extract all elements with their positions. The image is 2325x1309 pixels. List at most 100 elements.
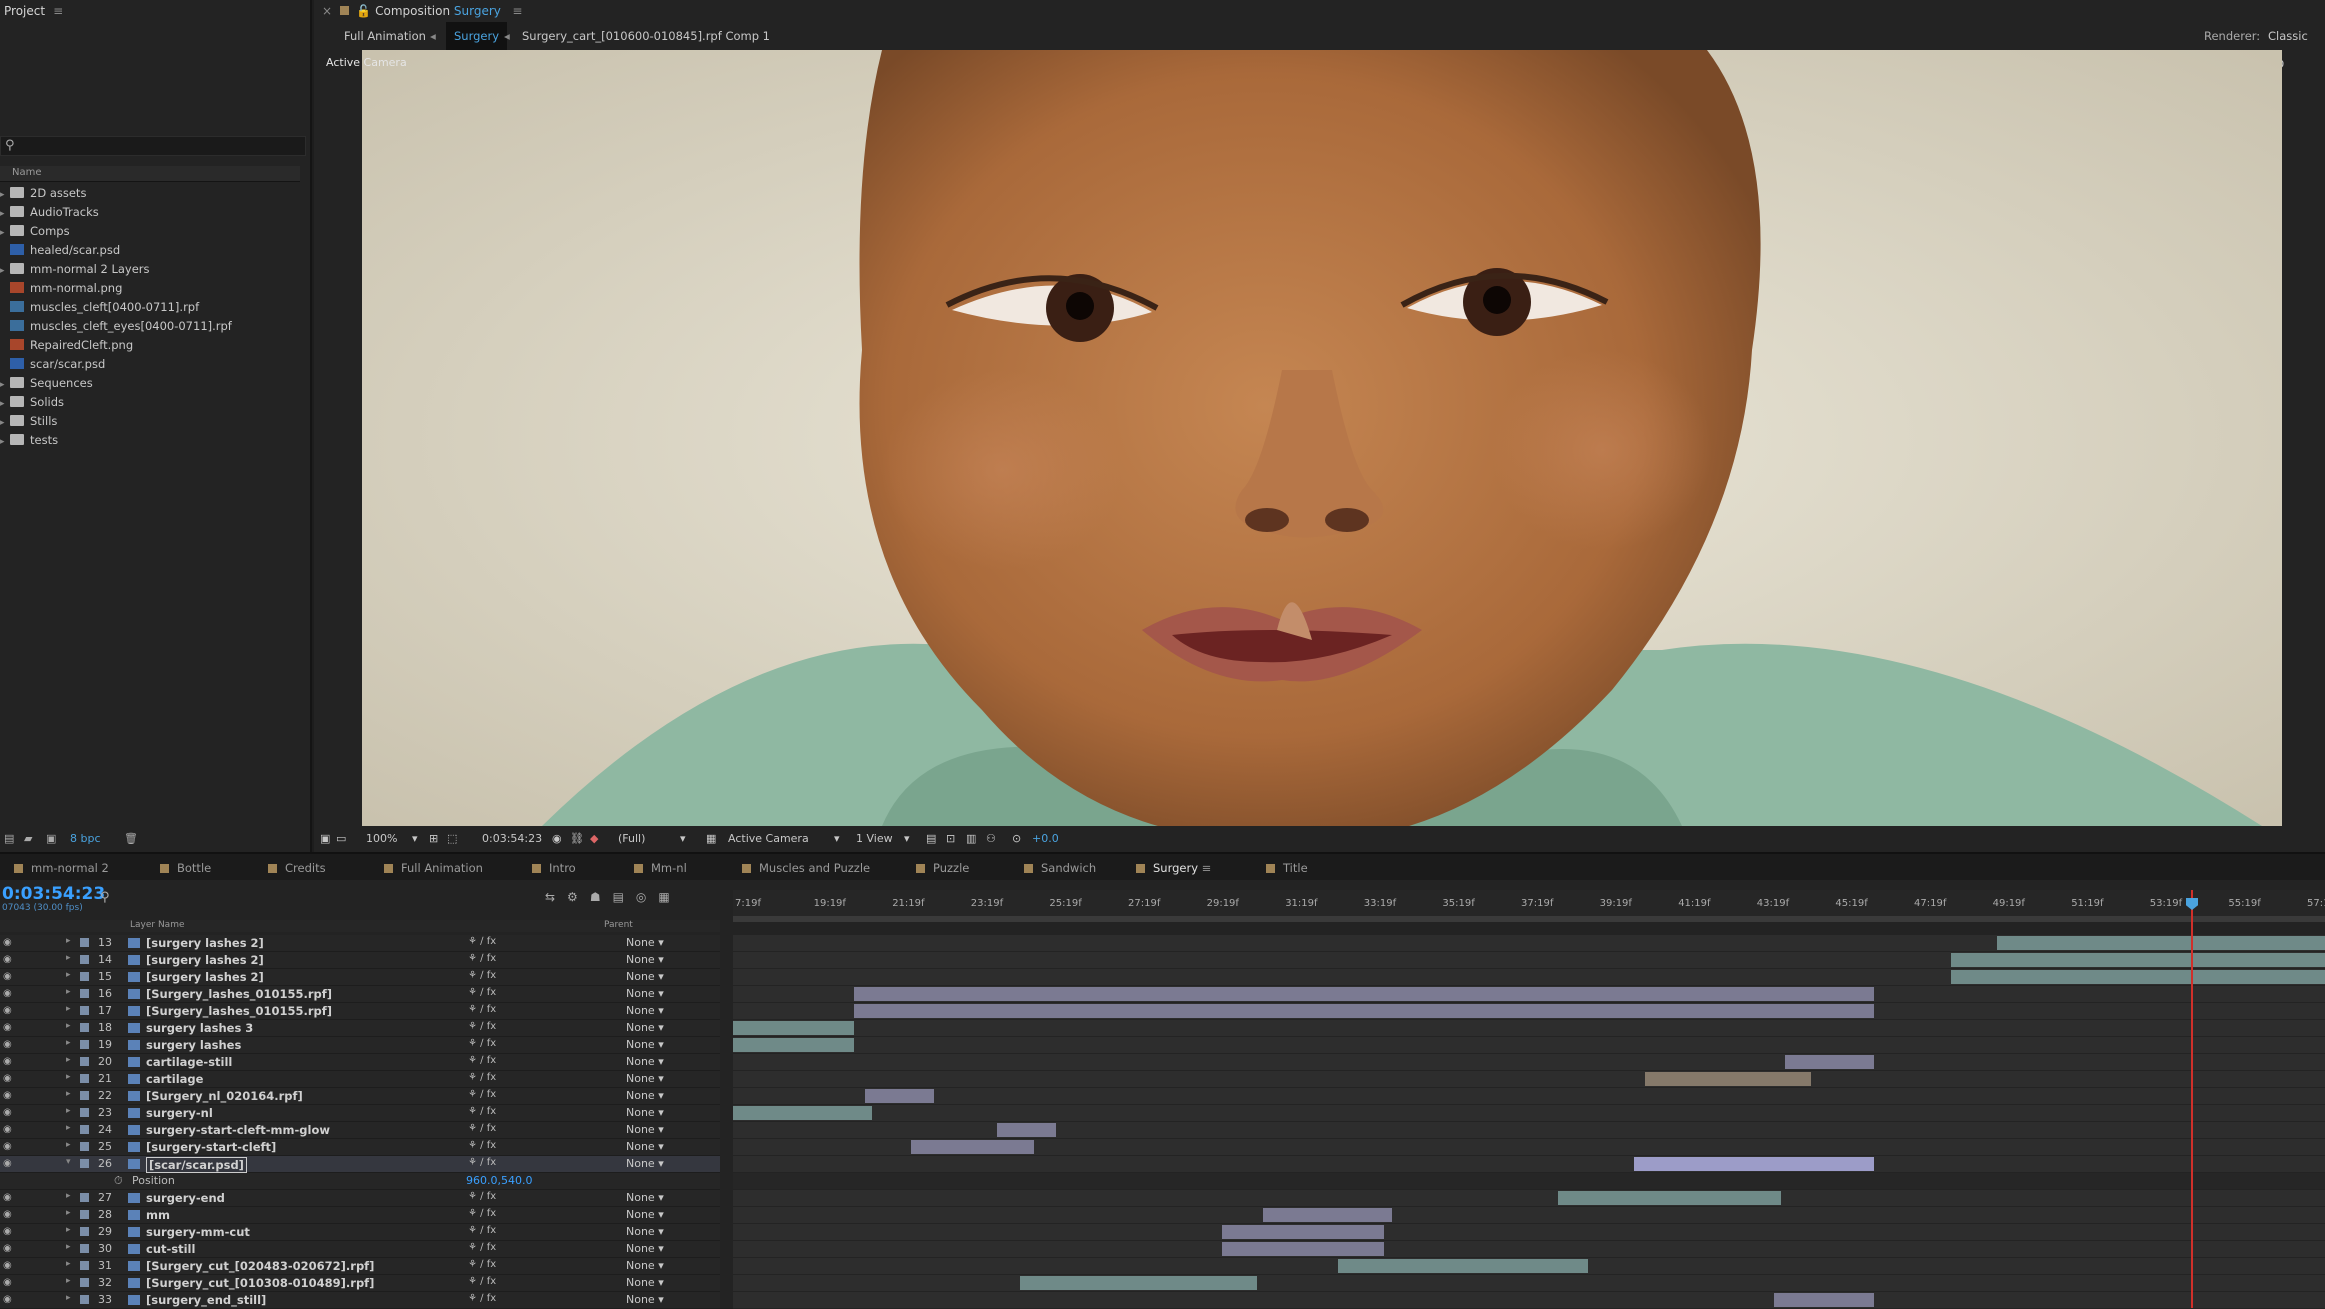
layer-name[interactable]: mm bbox=[146, 1208, 170, 1222]
eye-icon[interactable]: ◉ bbox=[3, 1209, 12, 1220]
layer-duration-bar[interactable] bbox=[1557, 1191, 1781, 1205]
camera-dropdown[interactable]: Active Camera bbox=[728, 832, 809, 845]
chevron-down-icon[interactable]: ▾ bbox=[680, 832, 686, 845]
layer-row[interactable]: ◉ ▸ 13 [surgery lashes 2] ⚘ ∕ fx None ▾ bbox=[0, 935, 2325, 952]
layer-name[interactable]: [Surgery_nl_020164.rpf] bbox=[146, 1089, 303, 1103]
layer-row[interactable]: ◉ ▸ 19 surgery lashes ⚘ ∕ fx None ▾ bbox=[0, 1037, 2325, 1054]
tab-credits[interactable]: Credits bbox=[268, 861, 326, 875]
parent-dropdown[interactable]: None ▾ bbox=[626, 1021, 664, 1034]
layer-name[interactable]: [surgery_end_still] bbox=[146, 1293, 266, 1307]
layer-name[interactable]: surgery lashes 3 bbox=[146, 1021, 253, 1035]
layer-row[interactable]: ◉ ▸ 15 [surgery lashes 2] ⚘ ∕ fx None ▾ bbox=[0, 969, 2325, 986]
layer-name[interactable]: cut-still bbox=[146, 1242, 195, 1256]
timeline-switches-toolbar[interactable]: ⇆⚙☗▤◎▦ bbox=[545, 890, 682, 904]
eye-icon[interactable]: ◉ bbox=[3, 1022, 12, 1033]
layer-name[interactable]: surgery lashes bbox=[146, 1038, 241, 1052]
flowchart-icon[interactable]: ⚇ bbox=[986, 832, 996, 845]
layer-name[interactable]: [Surgery_cut_[020483-020672].rpf] bbox=[146, 1259, 374, 1273]
eye-icon[interactable]: ◉ bbox=[3, 954, 12, 965]
twirl-icon[interactable]: ▸ bbox=[66, 970, 71, 980]
twirl-icon[interactable]: ▸ bbox=[66, 1259, 71, 1269]
eye-icon[interactable]: ◉ bbox=[3, 1277, 12, 1288]
work-area-bar[interactable] bbox=[733, 916, 2325, 922]
grid-icon[interactable]: ⊞ bbox=[429, 832, 438, 845]
parent-dropdown[interactable]: None ▾ bbox=[626, 1157, 664, 1170]
layer-row[interactable]: ◉ ▸ 22 [Surgery_nl_020164.rpf] ⚘ ∕ fx None ▾ bbox=[0, 1088, 2325, 1105]
parent-dropdown[interactable]: None ▾ bbox=[626, 987, 664, 1000]
layer-switches[interactable]: ⚘ ∕ fx bbox=[468, 1004, 496, 1015]
layer-duration-bar[interactable] bbox=[733, 1038, 854, 1052]
label-color-swatch[interactable] bbox=[80, 1278, 89, 1287]
composition-viewer[interactable] bbox=[362, 50, 2282, 826]
panel-menu-icon[interactable]: ≡ bbox=[512, 4, 522, 18]
eye-icon[interactable]: ◉ bbox=[3, 1090, 12, 1101]
eye-icon[interactable]: ◉ bbox=[3, 1294, 12, 1305]
project-item[interactable]: mm-normal.png bbox=[0, 279, 290, 298]
twirl-icon[interactable]: ▾ bbox=[66, 1157, 71, 1167]
eye-icon[interactable]: ◉ bbox=[3, 1124, 12, 1135]
layer-name[interactable]: [surgery lashes 2] bbox=[146, 936, 264, 950]
layer-switches[interactable]: ⚘ ∕ fx bbox=[468, 1259, 496, 1270]
label-color-swatch[interactable] bbox=[80, 1193, 89, 1202]
eye-icon[interactable]: ◉ bbox=[3, 1073, 12, 1084]
parent-dropdown[interactable]: None ▾ bbox=[626, 970, 664, 983]
tab-intro[interactable]: Intro bbox=[532, 861, 576, 875]
twirl-icon[interactable]: ▸ bbox=[66, 1276, 71, 1286]
eye-icon[interactable]: ◉ bbox=[3, 1005, 12, 1016]
layer-switches[interactable]: ⚘ ∕ fx bbox=[468, 1276, 496, 1287]
layer-duration-bar[interactable] bbox=[1950, 970, 2325, 984]
layer-duration-bar[interactable] bbox=[911, 1140, 1034, 1154]
project-column-header[interactable]: Name bbox=[0, 166, 300, 182]
layer-name[interactable]: [Surgery_lashes_010155.rpf] bbox=[146, 1004, 332, 1018]
snapshot-icon[interactable]: ◉ bbox=[552, 832, 562, 845]
parent-dropdown[interactable]: None ▾ bbox=[626, 1276, 664, 1289]
layer-switches[interactable]: ⚘ ∕ fx bbox=[468, 1225, 496, 1236]
project-item[interactable]: RepairedCleft.png bbox=[0, 336, 290, 355]
layer-row[interactable]: ◉ ▸ 27 surgery-end ⚘ ∕ fx None ▾ bbox=[0, 1190, 2325, 1207]
layer-name[interactable]: [Surgery_cut_[010308-010489].rpf] bbox=[146, 1276, 374, 1290]
bpc-toggle[interactable]: 8 bpc bbox=[70, 832, 101, 845]
layer-switches[interactable]: ⚘ ∕ fx bbox=[468, 1157, 496, 1168]
twirl-icon[interactable]: ▸ bbox=[66, 1004, 71, 1014]
layer-switches[interactable]: ⚘ ∕ fx bbox=[468, 1123, 496, 1134]
parent-dropdown[interactable]: None ▾ bbox=[626, 1089, 664, 1102]
twirl-icon[interactable]: ▸ bbox=[66, 1191, 71, 1201]
project-item[interactable]: ▸ Stills bbox=[0, 412, 290, 431]
layer-duration-bar[interactable] bbox=[853, 987, 1875, 1001]
current-time-display[interactable]: 0:03:54:23 bbox=[482, 832, 542, 845]
label-color-swatch[interactable] bbox=[80, 1295, 89, 1304]
layer-row[interactable]: ◉ ▸ 17 [Surgery_lashes_010155.rpf] ⚘ ∕ fx Non… bbox=[0, 1003, 2325, 1020]
project-item[interactable]: scar/scar.psd bbox=[0, 355, 290, 374]
layer-row[interactable]: ◉ ▸ 33 [surgery_end_still] ⚘ ∕ fx None ▾ bbox=[0, 1292, 2325, 1309]
twirl-icon[interactable]: ▸ bbox=[66, 1072, 71, 1082]
twirl-icon[interactable]: ▸ bbox=[66, 1140, 71, 1150]
layer-row[interactable]: ◉ ▸ 31 [Surgery_cut_[020483-020672].rpf] ⚘ ∕… bbox=[0, 1258, 2325, 1275]
parent-dropdown[interactable]: None ▾ bbox=[626, 1225, 664, 1238]
layer-duration-bar[interactable] bbox=[1645, 1072, 1811, 1086]
always-preview-icon[interactable]: ▣ bbox=[320, 832, 330, 845]
layer-duration-bar[interactable] bbox=[853, 1004, 1875, 1018]
label-color-swatch[interactable] bbox=[80, 1159, 89, 1168]
layer-name-column-label[interactable]: Layer Name bbox=[130, 920, 185, 930]
layer-name[interactable]: surgery-start-cleft-mm-glow bbox=[146, 1123, 330, 1137]
parent-dropdown[interactable]: None ▾ bbox=[626, 1293, 664, 1306]
project-item[interactable]: ▸ Sequences bbox=[0, 374, 290, 393]
project-item[interactable]: ▸ tests bbox=[0, 431, 290, 450]
region-icon[interactable]: ▭ bbox=[336, 832, 346, 845]
toggle-pixel-icon[interactable]: ▤ bbox=[926, 832, 936, 845]
layer-duration-bar[interactable] bbox=[1785, 1055, 1875, 1069]
layer-name[interactable]: [Surgery_lashes_010155.rpf] bbox=[146, 987, 332, 1001]
view-layout-dropdown[interactable]: 1 View bbox=[856, 832, 893, 845]
parent-dropdown[interactable]: None ▾ bbox=[626, 1140, 664, 1153]
twirl-icon[interactable]: ▸ bbox=[66, 987, 71, 997]
layer-duration-bar[interactable] bbox=[733, 1021, 854, 1035]
layer-switches[interactable]: ⚘ ∕ fx bbox=[468, 1242, 496, 1253]
show-snapshot-icon[interactable]: ⛓ bbox=[570, 832, 584, 845]
timeline-icon[interactable]: ▥ bbox=[966, 832, 976, 845]
layer-duration-bar[interactable] bbox=[1774, 1293, 1875, 1307]
parent-dropdown[interactable]: None ▾ bbox=[626, 1259, 664, 1272]
chevron-down-icon[interactable]: ▾ bbox=[834, 832, 840, 845]
parent-dropdown[interactable]: None ▾ bbox=[626, 1038, 664, 1051]
layer-duration-bar[interactable] bbox=[1019, 1276, 1257, 1290]
layer-row[interactable]: ◉ ▸ 18 surgery lashes 3 ⚘ ∕ fx None ▾ bbox=[0, 1020, 2325, 1037]
